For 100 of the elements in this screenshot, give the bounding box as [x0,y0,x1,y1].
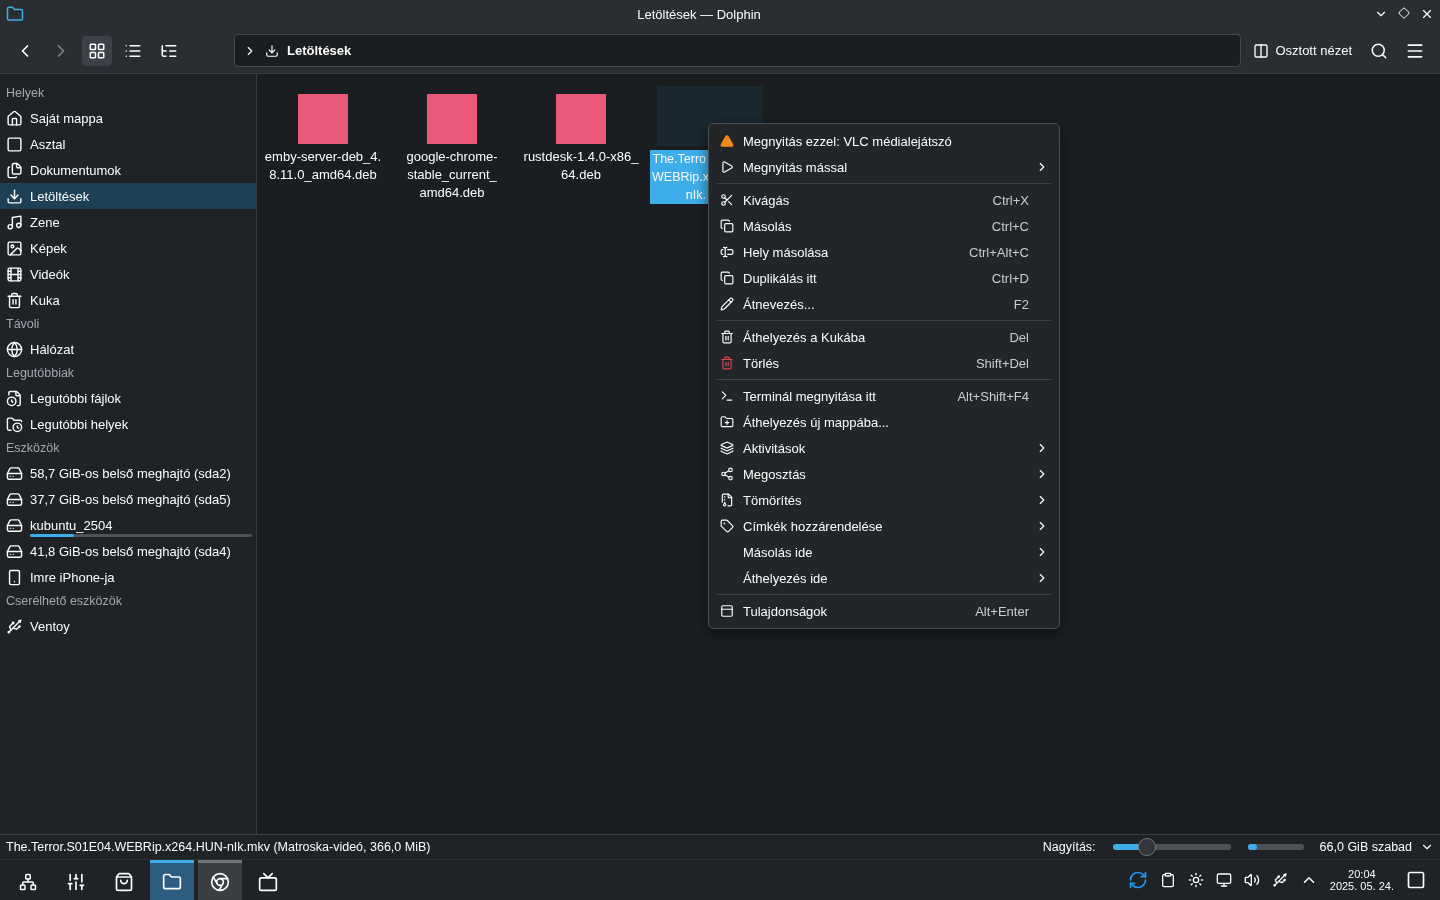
maximize-icon[interactable] [1398,7,1410,19]
network-icon[interactable] [1215,872,1232,888]
menu-item[interactable]: Átnevezés... F2 [709,291,1059,317]
file-name[interactable]: rustdesk-1.4.0-x86_ 64.deb [521,148,641,184]
sliders-icon [66,871,86,892]
volume-icon[interactable] [1243,872,1260,888]
sidebar-label[interactable]: kubuntu_2504 [30,517,113,533]
menu-item[interactable]: Címkék hozzárendelése [709,513,1059,539]
sync-icon[interactable] [1127,870,1148,890]
sidebar-label[interactable]: 37,7 GiB-os belső meghajtó (sda5) [30,491,231,507]
sidebar-item[interactable]: Zene [0,209,256,235]
sidebar-item[interactable]: Saját mappa [0,105,256,131]
menu-item[interactable]: Terminál megnyitása itt Alt+Shift+F4 [709,383,1059,409]
section-title: Helyek [5,85,46,102]
sidebar-item[interactable]: Kuka [0,287,256,313]
clock[interactable]: 20:04 2025. 05. 24. [1329,868,1394,892]
sidebar-item[interactable]: Legutóbbi fájlok [0,385,256,411]
section-title: Legutóbbiak [5,365,76,382]
download-icon [265,43,279,58]
sidebar-item[interactable]: Képek [0,235,256,261]
trash-icon [720,330,734,344]
sidebar-label[interactable]: 58,7 GiB-os belső meghajtó (sda2) [30,465,231,481]
sidebar-label[interactable]: Hálózat [30,341,75,357]
sidebar-label[interactable]: Kuka [30,292,60,308]
menu-item[interactable]: Tömörítés [709,487,1059,513]
status-text: The.Terror.S01E04.WEBRip.x264.HUN-nIk.mkv (Matroska-videó, 366,0 MiB) [6,840,432,854]
sidebar-item[interactable]: Hálózat [0,336,256,362]
clipboard-icon[interactable] [1159,872,1176,888]
sidebar-label[interactable]: Legutóbbi fájlok [30,390,122,406]
usb-drive-icon [6,617,23,635]
brightness-icon[interactable] [1187,872,1204,888]
sidebar-label[interactable]: Letöltések [30,188,90,204]
sidebar-item[interactable]: Videók [0,261,256,287]
drive-icon [6,542,23,560]
sidebar-item[interactable]: 37,7 GiB-os belső meghajtó (sda5) [0,486,256,512]
sidebar-item[interactable]: kubuntu_2504 [0,512,256,538]
film-icon [6,265,23,283]
sidebar-item[interactable]: Imre iPhone-ja [0,564,256,590]
trash-icon [720,356,734,370]
menu-item[interactable]: Megnyitás mással [709,154,1059,180]
menu-item[interactable]: Áthelyezés új mappába... [709,409,1059,435]
share-icon [720,467,734,481]
menu-item[interactable]: Megosztás [709,461,1059,487]
space-bar [1247,844,1304,850]
menu-item[interactable]: Aktivitások [709,435,1059,461]
cone-icon [720,134,734,148]
menu-item[interactable]: Duplikálás itt Ctrl+D [709,265,1059,291]
music-icon [6,213,23,231]
sidebar-item[interactable]: Asztal [0,131,256,157]
menu-item[interactable]: Tulajdonságok Alt+Enter [709,598,1059,624]
copy-location-icon [720,245,734,259]
sidebar-label[interactable]: Asztal [30,136,66,152]
show-desktop-icon[interactable] [1406,870,1426,890]
sidebar-item[interactable]: Dokumentumok [0,157,256,183]
sidebar-item[interactable]: Ventoy [0,613,256,639]
split-view-button[interactable]: Osztott nézet [1247,35,1358,66]
menu-item[interactable]: Hely másolása Ctrl+Alt+C [709,239,1059,265]
desktop-icon [6,135,23,153]
breadcrumb-text[interactable]: Letöltések [287,43,352,58]
scissors-icon [720,193,734,207]
menu-item[interactable]: Megnyitás ezzel: VLC médialejátszó [709,128,1059,154]
sidebar-label[interactable]: Zene [30,214,60,230]
properties-icon [720,604,734,618]
usb-icon[interactable] [1271,872,1288,888]
sidebar-label[interactable]: Ventoy [30,618,70,634]
drive-icon [6,464,23,482]
sidebar-label[interactable]: Imre iPhone-ja [30,569,115,585]
play-icon [720,160,734,174]
recent-files-icon [6,389,23,407]
trash-icon [6,291,23,309]
documents-icon [6,161,23,179]
sidebar-item[interactable]: 41,8 GiB-os belső meghajtó (sda4) [0,538,256,564]
icon-view-button[interactable] [82,35,112,66]
menu-item[interactable]: Áthelyezés ide [709,565,1059,591]
sidebar-label[interactable]: 41,8 GiB-os belső meghajtó (sda4) [30,543,231,559]
menu-item[interactable]: Áthelyezés a Kukába Del [709,324,1059,350]
zoom-label: Nagyítás: [1042,840,1096,854]
menu-item[interactable]: Törlés Shift+Del [709,350,1059,376]
sidebar-item[interactable]: 58,7 GiB-os belső meghajtó (sda2) [0,460,256,486]
location-bar[interactable]: Letöltések [234,34,1242,67]
sidebar-label[interactable]: Legutóbbi helyek [30,416,129,432]
menu-item[interactable]: Másolás ide [709,539,1059,565]
sidebar-item[interactable]: Legutóbbi helyek [0,411,256,437]
file-name[interactable]: google-chrome- stable_current_ amd64.deb [404,148,500,202]
sidebar-item[interactable]: Letöltések [0,183,256,209]
task-button[interactable] [150,860,194,900]
sidebar-label[interactable]: Dokumentumok [30,162,122,178]
section-title: Távoli [5,316,41,333]
shopping-bag-icon [114,871,134,892]
window-title: Letöltések — Dolphin [637,6,761,22]
file-name[interactable]: emby-server-deb_4. 8.11.0_amd64.deb [262,148,384,184]
sidebar-label[interactable]: Saját mappa [30,110,103,126]
menu-item[interactable]: Másolás Ctrl+C [709,213,1059,239]
sidebar-label[interactable]: Képek [30,240,67,256]
menu-item[interactable]: Kivágás Ctrl+X [709,187,1059,213]
image-icon [6,239,23,257]
close-icon[interactable] [1420,7,1434,21]
sidebar-label[interactable]: Videók [30,266,70,282]
copy-icon [720,219,734,233]
task-button[interactable] [198,860,242,900]
